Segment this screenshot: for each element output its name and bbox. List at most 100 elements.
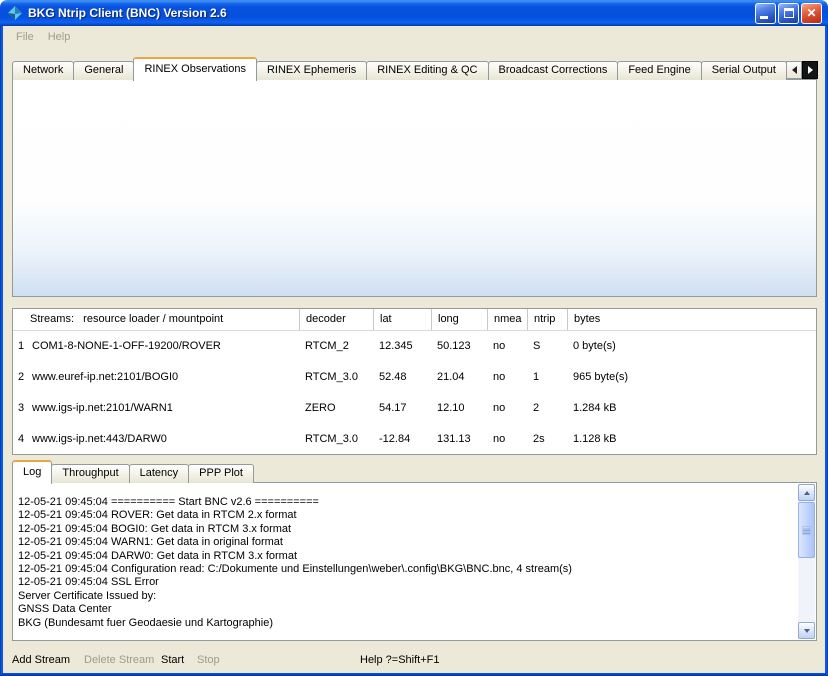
row-number: 3 bbox=[13, 393, 31, 424]
scrollbar-thumb[interactable] bbox=[798, 502, 815, 558]
menu-file[interactable]: File bbox=[9, 29, 41, 45]
cell-nmea: no bbox=[487, 424, 527, 455]
log-scrollbar[interactable] bbox=[798, 484, 815, 639]
tab-rinex-editing-qc[interactable]: RINEX Editing & QC bbox=[366, 61, 488, 80]
cell-ntrip: S bbox=[527, 331, 567, 362]
cell-decoder: ZERO bbox=[299, 393, 373, 424]
chevron-right-icon bbox=[808, 66, 813, 74]
row-number: 2 bbox=[13, 362, 31, 393]
cell-bytes: 1.128 kB bbox=[567, 424, 816, 455]
maximize-icon bbox=[784, 8, 794, 18]
header-ntrip: ntrip bbox=[527, 309, 567, 330]
menu-help[interactable]: Help bbox=[41, 29, 78, 45]
tab-scroll-left-button[interactable] bbox=[786, 61, 802, 79]
header-mountpoint: Streams: resource loader / mountpoint bbox=[13, 309, 299, 330]
log-panel: 12-05-21 09:45:04 ========== Start BNC v… bbox=[12, 482, 817, 641]
tab-feed-engine[interactable]: Feed Engine bbox=[617, 61, 701, 80]
log-line: Server Certificate Issued by: bbox=[18, 590, 792, 603]
tab-latency[interactable]: Latency bbox=[129, 464, 190, 483]
menu-bar: File Help bbox=[3, 26, 825, 48]
stream-row[interactable]: 1 COM1-8-NONE-1-OFF-19200/ROVER RTCM_2 1… bbox=[13, 331, 816, 362]
cell-decoder: RTCM_2 bbox=[299, 331, 373, 362]
cell-decoder: RTCM_3.0 bbox=[299, 362, 373, 393]
title-bar[interactable]: BKG Ntrip Client (BNC) Version 2.6 ✕ bbox=[0, 0, 828, 26]
stop-button: Stop bbox=[197, 654, 220, 666]
cell-lat: -12.84 bbox=[373, 424, 431, 455]
row-number: 4 bbox=[13, 424, 31, 455]
cell-nmea: no bbox=[487, 331, 527, 362]
log-line: 12-05-21 09:45:04 SSL Error bbox=[18, 576, 792, 589]
cell-lat: 52.48 bbox=[373, 362, 431, 393]
start-button[interactable]: Start bbox=[161, 654, 184, 666]
cell-nmea: no bbox=[487, 362, 527, 393]
app-icon bbox=[7, 5, 23, 21]
header-decoder: decoder bbox=[299, 309, 373, 330]
help-shortcut-text: Help ?=Shift+F1 bbox=[360, 654, 440, 666]
log-line: 12-05-21 09:45:04 ========== Start BNC v… bbox=[18, 496, 792, 509]
bottom-tab-bar: Log Throughput Latency PPP Plot bbox=[12, 461, 253, 483]
cell-mountpoint: www.euref-ip.net:2101/BOGI0 bbox=[31, 362, 299, 393]
cell-mountpoint: www.igs-ip.net:2101/WARN1 bbox=[31, 393, 299, 424]
log-text: 12-05-21 09:45:04 ========== Start BNC v… bbox=[13, 483, 796, 640]
main-tab-bar: Network General RINEX Observations RINEX… bbox=[12, 56, 786, 80]
cell-long: 131.13 bbox=[431, 424, 487, 455]
streams-table-header: Streams: resource loader / mountpoint de… bbox=[13, 309, 816, 331]
log-line: 12-05-21 09:45:04 ROVER: Get data in RTC… bbox=[18, 509, 792, 522]
window-frame-left bbox=[0, 24, 3, 676]
stream-row[interactable]: 2 www.euref-ip.net:2101/BOGI0 RTCM_3.0 5… bbox=[13, 362, 816, 393]
app-window: BKG Ntrip Client (BNC) Version 2.6 ✕ Fil… bbox=[0, 0, 828, 676]
scroll-up-icon bbox=[804, 491, 810, 495]
rinex-observations-panel bbox=[12, 79, 817, 297]
cell-bytes: 965 byte(s) bbox=[567, 362, 816, 393]
cell-decoder: RTCM_3.0 bbox=[299, 424, 373, 455]
cell-long: 12.10 bbox=[431, 393, 487, 424]
log-line: 12-05-21 09:45:04 WARN1: Get data in ori… bbox=[18, 536, 792, 549]
cell-mountpoint: COM1-8-NONE-1-OFF-19200/ROVER bbox=[31, 331, 299, 362]
close-icon: ✕ bbox=[802, 4, 821, 23]
tab-rinex-ephemeris[interactable]: RINEX Ephemeris bbox=[256, 61, 367, 80]
row-number: 1 bbox=[13, 331, 31, 362]
cell-mountpoint: www.igs-ip.net:443/DARW0 bbox=[31, 424, 299, 455]
tab-log[interactable]: Log bbox=[12, 460, 52, 484]
tab-network[interactable]: Network bbox=[12, 61, 74, 80]
log-line: GNSS Data Center bbox=[18, 603, 792, 616]
cell-bytes: 0 byte(s) bbox=[567, 331, 816, 362]
cell-bytes: 1.284 kB bbox=[567, 393, 816, 424]
close-button[interactable]: ✕ bbox=[801, 3, 822, 24]
cell-long: 50.123 bbox=[431, 331, 487, 362]
minimize-icon bbox=[760, 16, 768, 19]
tab-broadcast-corrections[interactable]: Broadcast Corrections bbox=[488, 61, 619, 80]
log-line: 12-05-21 09:45:04 DARW0: Get data in RTC… bbox=[18, 550, 792, 563]
cell-lat: 54.17 bbox=[373, 393, 431, 424]
log-line: 12-05-21 09:45:04 BOGI0: Get data in RTC… bbox=[18, 523, 792, 536]
tab-serial-output[interactable]: Serial Output bbox=[701, 61, 787, 80]
add-stream-button[interactable]: Add Stream bbox=[12, 654, 70, 666]
header-lat: lat bbox=[373, 309, 431, 330]
header-long: long bbox=[431, 309, 487, 330]
tab-throughput[interactable]: Throughput bbox=[51, 464, 129, 483]
cell-ntrip: 2s bbox=[527, 424, 567, 455]
stream-row[interactable]: 4 www.igs-ip.net:443/DARW0 RTCM_3.0 -12.… bbox=[13, 424, 816, 455]
scroll-down-icon bbox=[804, 629, 810, 633]
chevron-left-icon bbox=[792, 66, 797, 74]
cell-ntrip: 1 bbox=[527, 362, 567, 393]
tab-rinex-observations[interactable]: RINEX Observations bbox=[133, 57, 256, 81]
cell-nmea: no bbox=[487, 393, 527, 424]
log-line: 12-05-21 09:45:04 Configuration read: C:… bbox=[18, 563, 792, 576]
streams-table: Streams: resource loader / mountpoint de… bbox=[12, 308, 817, 455]
stream-row[interactable]: 3 www.igs-ip.net:2101/WARN1 ZERO 54.17 1… bbox=[13, 393, 816, 424]
tab-general[interactable]: General bbox=[73, 61, 134, 80]
maximize-button[interactable] bbox=[778, 3, 799, 24]
cell-lat: 12.345 bbox=[373, 331, 431, 362]
tab-ppp-plot[interactable]: PPP Plot bbox=[188, 464, 254, 483]
cell-ntrip: 2 bbox=[527, 393, 567, 424]
scroll-down-button[interactable] bbox=[798, 622, 815, 639]
header-nmea: nmea bbox=[487, 309, 527, 330]
minimize-button[interactable] bbox=[755, 3, 776, 24]
window-title: BKG Ntrip Client (BNC) Version 2.6 bbox=[28, 6, 755, 20]
tab-scroll-right-button[interactable] bbox=[802, 61, 818, 79]
scroll-up-button[interactable] bbox=[798, 484, 815, 501]
header-bytes: bytes bbox=[567, 309, 816, 330]
log-line: BKG (Bundesamt fuer Geodaesie und Kartog… bbox=[18, 617, 792, 630]
cell-long: 21.04 bbox=[431, 362, 487, 393]
